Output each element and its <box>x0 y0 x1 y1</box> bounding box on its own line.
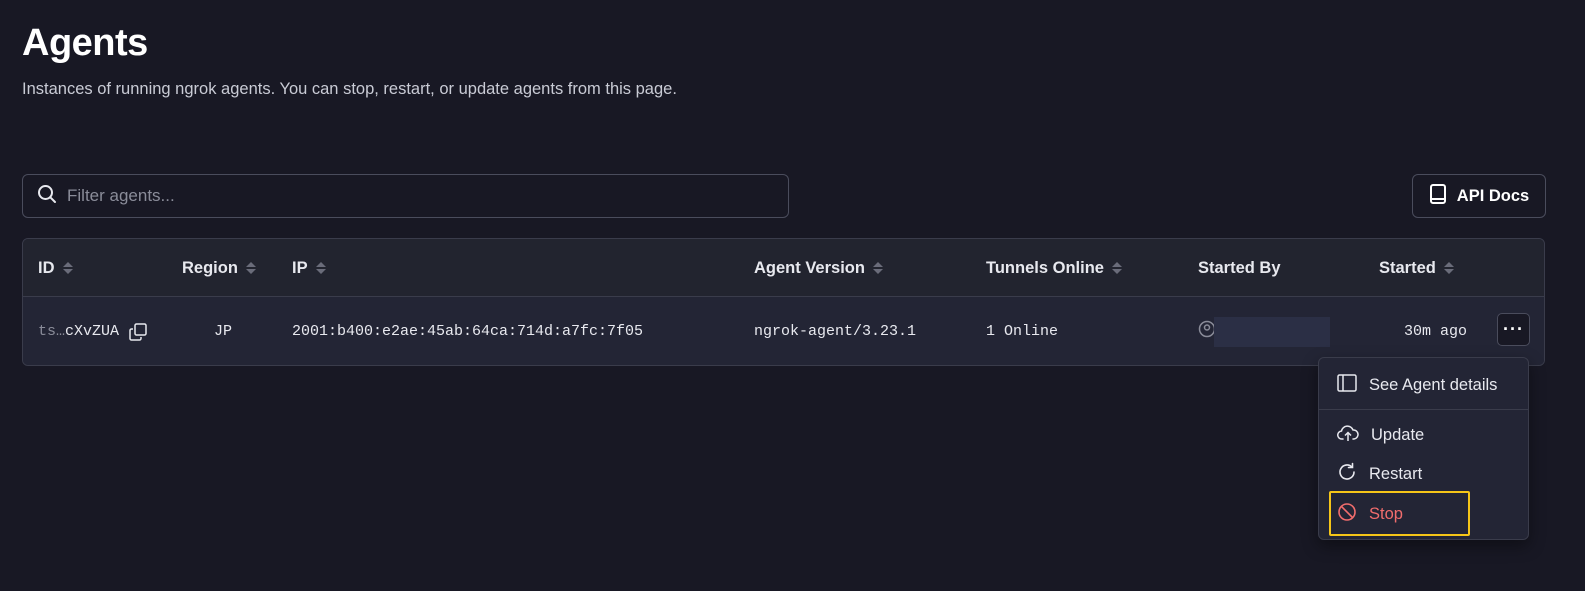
row-actions-menu: See Agent details Update Restart Stop <box>1318 357 1529 540</box>
sort-icon <box>315 262 326 274</box>
region-cell: JP <box>214 323 233 340</box>
filter-agents-input[interactable] <box>67 186 717 206</box>
copy-icon[interactable] <box>129 322 147 341</box>
restart-icon <box>1337 462 1357 487</box>
sort-icon <box>62 262 73 274</box>
menu-item-stop[interactable]: Stop <box>1319 495 1528 533</box>
agent-id-suffix: cXvZUA <box>65 323 120 340</box>
column-header-agent-version[interactable]: Agent Version <box>754 239 883 297</box>
column-header-started-by: Started By <box>1198 258 1281 277</box>
menu-item-see-agent-details[interactable]: See Agent details <box>1319 366 1528 404</box>
table-row[interactable]: ts… cXvZUA JP 2001:b400:e2ae:45ab:64ca:71… <box>23 297 1544 365</box>
sort-icon <box>1111 262 1122 274</box>
agent-id-prefix: ts… <box>38 323 66 340</box>
agent-id-cell: ts… cXvZUA <box>38 297 147 365</box>
sort-icon <box>1443 262 1454 274</box>
sort-icon <box>872 262 883 274</box>
menu-item-restart[interactable]: Restart <box>1319 455 1528 493</box>
started-by-cell <box>1198 297 1330 365</box>
more-horizontal-icon: ··· <box>1503 319 1524 339</box>
menu-item-update[interactable]: Update <box>1319 416 1528 454</box>
agents-table: ID Region IP Agent Version Tunnels Onlin… <box>22 238 1545 366</box>
filter-box[interactable] <box>22 174 789 218</box>
column-header-id[interactable]: ID <box>38 239 73 297</box>
column-header-tunnels-online[interactable]: Tunnels Online <box>986 239 1122 297</box>
ip-cell: 2001:b400:e2ae:45ab:64ca:714d:a7fc:7f05 <box>292 323 644 340</box>
column-header-region[interactable]: Region <box>182 239 256 297</box>
agent-version-cell: ngrok-agent/3.23.1 <box>754 323 917 340</box>
column-header-ip[interactable]: IP <box>292 239 326 297</box>
page-title: Agents <box>22 22 148 64</box>
redacted-user <box>1214 316 1330 347</box>
page-subtitle: Instances of running ngrok agents. You c… <box>22 80 677 98</box>
api-docs-button[interactable]: API Docs <box>1412 174 1546 218</box>
column-header-started[interactable]: Started <box>1379 239 1454 297</box>
tunnels-online-cell: 1 Online <box>986 323 1059 340</box>
started-cell: 30m ago <box>1404 323 1468 340</box>
search-icon <box>37 184 57 209</box>
cloud-upload-icon <box>1337 424 1359 447</box>
stop-icon <box>1337 502 1357 527</box>
row-actions-button[interactable]: ··· <box>1497 313 1530 346</box>
sort-icon <box>245 262 256 274</box>
table-header: ID Region IP Agent Version Tunnels Onlin… <box>23 239 1544 297</box>
book-icon <box>1429 183 1447 210</box>
menu-divider <box>1319 409 1528 410</box>
sidebar-panel-icon <box>1337 373 1357 397</box>
api-docs-label: API Docs <box>1456 186 1530 205</box>
